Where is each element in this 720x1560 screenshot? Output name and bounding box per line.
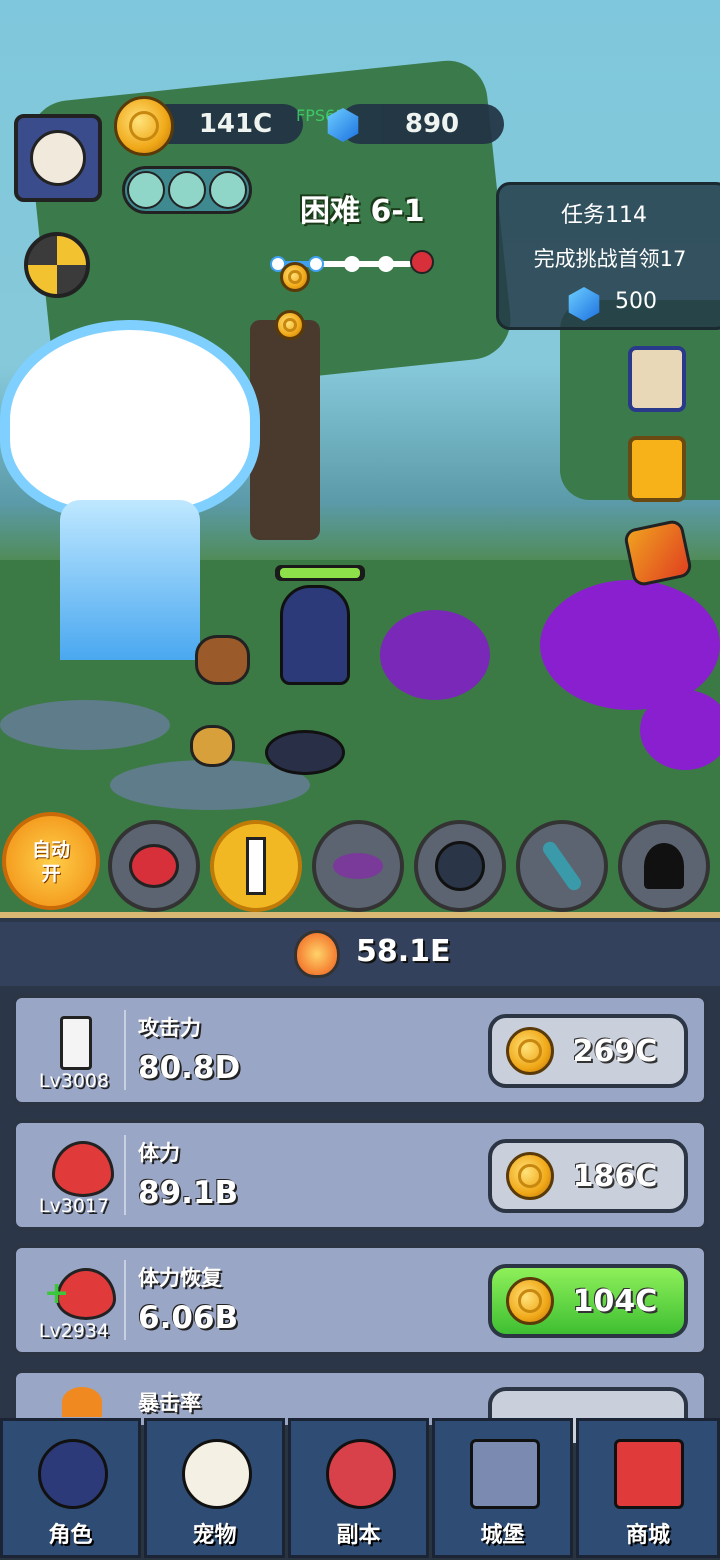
boss-icon <box>410 250 434 274</box>
nav-castle[interactable]: 城堡 <box>432 1418 573 1558</box>
coin-icon <box>506 1277 554 1325</box>
quest-panel[interactable]: 任务114 完成挑战首领17 500 <box>496 182 720 330</box>
shop-icon <box>614 1439 684 1509</box>
nav-pet[interactable]: 宠物 <box>144 1418 285 1558</box>
stage-label: 困难 6-1 <box>300 194 425 229</box>
quest-reward-gem-icon <box>568 287 600 321</box>
coin-icon <box>506 1027 554 1075</box>
upgrade-regen-button[interactable]: 104C <box>488 1264 688 1338</box>
skill-shadow[interactable] <box>618 820 710 912</box>
plus-icon: + <box>44 1276 70 1311</box>
nav-hero[interactable]: 角色 <box>0 1418 141 1558</box>
gem-amount: 890 <box>404 109 460 139</box>
coin-icon <box>114 96 174 156</box>
treasure-buff-icon[interactable] <box>126 171 165 209</box>
quest-title: 任务114 <box>561 203 647 228</box>
coin-icon <box>506 1152 554 1200</box>
sword-icon <box>60 1016 92 1070</box>
sword-buff-icon[interactable] <box>167 171 206 209</box>
auto-button[interactable]: 自动 开 <box>2 812 100 910</box>
heart-icon <box>52 1141 114 1197</box>
player-avatar[interactable] <box>14 114 102 202</box>
nav-shop[interactable]: 商城 <box>576 1418 720 1558</box>
hero-portrait-icon <box>30 130 86 186</box>
quest-desc: 完成挑战首领17 <box>533 247 687 271</box>
sword-skill-icon <box>246 837 266 895</box>
tree-trunk <box>250 320 320 540</box>
skill-sword[interactable] <box>210 820 302 912</box>
explosion-stem <box>60 500 200 660</box>
skill-bat[interactable] <box>312 820 404 912</box>
drop-coin-icon <box>280 262 310 292</box>
coin-amount: 141C <box>198 109 273 139</box>
panda-icon <box>182 1439 252 1509</box>
quest-reward: 500 <box>615 289 657 314</box>
shadow-figure-icon <box>644 843 684 889</box>
upgrade-row-regen: + Lv2934 体力恢复 6.06B 104C <box>12 1244 708 1356</box>
folder-button[interactable] <box>628 436 686 502</box>
carrot-rocket-button[interactable] <box>622 518 694 588</box>
wheel-button[interactable] <box>24 232 90 298</box>
purple-smoke <box>380 610 490 700</box>
notes-button[interactable] <box>628 346 686 412</box>
pet-dog <box>195 635 250 685</box>
skill-comet[interactable] <box>516 820 608 912</box>
purple-smoke <box>640 690 720 770</box>
castle-icon <box>470 1439 540 1509</box>
buff-icons <box>122 166 252 214</box>
hero-icon <box>38 1439 108 1509</box>
gem-counter: 890 <box>340 104 504 144</box>
mushroom-explosion <box>0 320 260 520</box>
crossed-swords-icon <box>326 1439 396 1509</box>
pet-whale <box>265 730 345 775</box>
red-bird-icon <box>129 844 179 888</box>
pond <box>0 700 170 750</box>
pet-owl <box>190 725 235 767</box>
drop-coin-icon <box>275 310 305 340</box>
nav-dungeon[interactable]: 副本 <box>288 1418 429 1558</box>
upgrade-row-attack: Lv3008 攻击力 80.8D 269C <box>12 994 708 1106</box>
hero-character <box>280 585 350 685</box>
power-value: 58.1E <box>356 934 451 969</box>
comet-icon <box>540 839 584 893</box>
claw-icon <box>62 1387 102 1417</box>
skill-red-bird[interactable] <box>108 820 200 912</box>
hero-health-bar <box>275 565 365 581</box>
bat-icon <box>333 853 383 879</box>
upgrade-attack-button[interactable]: 269C <box>488 1014 688 1088</box>
wing-buff-icon[interactable] <box>209 171 248 209</box>
flame-icon <box>294 930 340 978</box>
upgrade-stamina-button[interactable]: 186C <box>488 1139 688 1213</box>
upgrade-row-stamina: Lv3017 体力 89.1B 186C <box>12 1119 708 1231</box>
bomb-icon <box>435 841 485 891</box>
skill-bomb[interactable] <box>414 820 506 912</box>
